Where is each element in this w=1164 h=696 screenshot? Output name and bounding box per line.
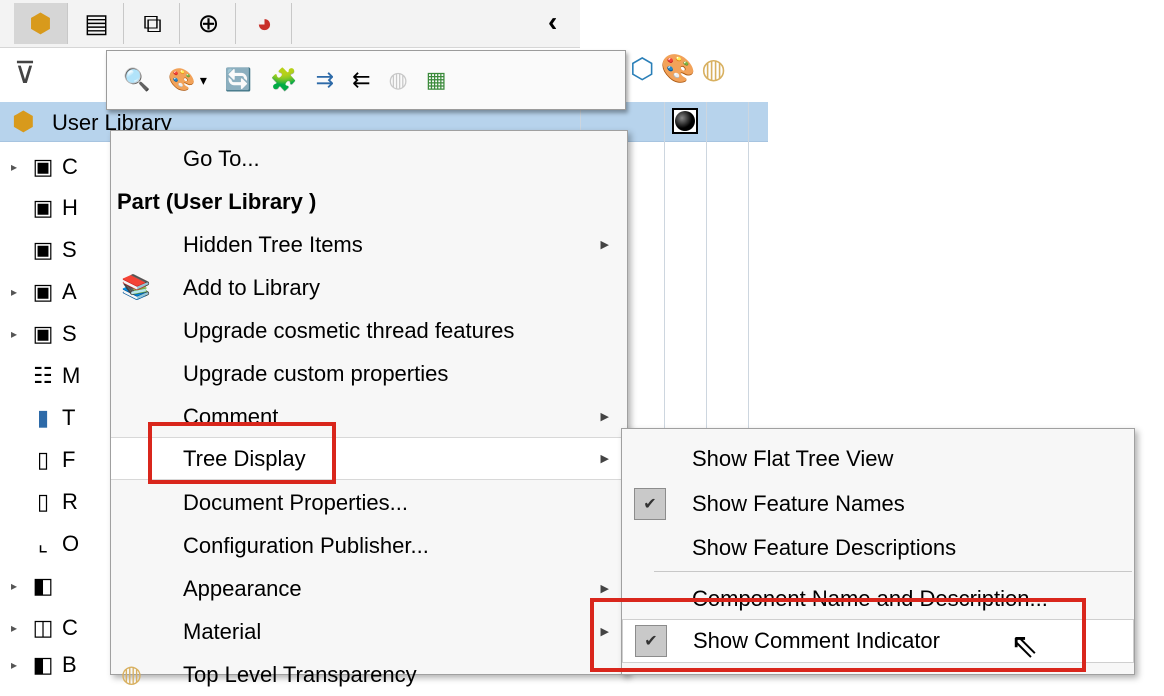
tree-item[interactable]: ▯ F: [0, 438, 76, 482]
menu-item-go-to[interactable]: Go To...: [111, 137, 627, 180]
display-pane-column-headers: ⬡ 🎨 ◍: [630, 52, 726, 85]
expand-arrow-icon[interactable]: ▸: [0, 285, 28, 299]
right-plane-icon: ▯: [36, 489, 50, 514]
menu-item-appearance[interactable]: Appearance ▶: [111, 567, 627, 610]
shaded-ball-icon: [675, 111, 695, 131]
sensors-folder-icon: ▣: [32, 237, 54, 262]
menu-item-material[interactable]: Material ▶: [111, 610, 627, 653]
expand-arrow-icon[interactable]: ▸: [0, 621, 28, 635]
menu-item-upgrade-custom-properties[interactable]: Upgrade custom properties: [111, 352, 627, 395]
tree-item[interactable]: ☷ M: [0, 354, 80, 398]
tree-item[interactable]: ▣ H: [0, 186, 78, 230]
tree-item[interactable]: ▸ ◧ B: [0, 643, 77, 687]
expand-arrow-icon[interactable]: ▸: [0, 658, 28, 672]
paste-appearance-icon[interactable]: 🧩: [270, 67, 297, 93]
display-mode-shaded-button[interactable]: [672, 108, 698, 134]
appearance-column-icon[interactable]: 🎨: [660, 52, 695, 85]
menu-header-part: Part (User Library ): [117, 188, 317, 214]
tree-item-label: C: [62, 615, 78, 640]
mouse-cursor-icon: ⇖: [1010, 627, 1039, 665]
annotations-folder-icon: ▣: [32, 279, 54, 304]
menu-separator: [654, 571, 1132, 572]
submenu-arrow-icon: ▶: [600, 239, 609, 251]
tree-item[interactable]: ▸ ▣ S: [0, 312, 77, 356]
tree-item-label: A: [62, 279, 77, 304]
folder-icon: ▣: [32, 154, 54, 179]
part-icon: ⬢: [12, 106, 35, 136]
tree-item-label: S: [62, 237, 77, 262]
origin-icon: ⌞: [37, 531, 49, 556]
tree-item-label: T: [62, 405, 76, 430]
tree-item[interactable]: ▯ R: [0, 480, 78, 524]
copy-appearance-icon[interactable]: 🔄: [225, 67, 252, 93]
menu-item-upgrade-cosmetic-threads[interactable]: Upgrade cosmetic thread features: [111, 309, 627, 352]
heads-up-toolbar: 🔍 🎨 ▾ 🔄 🧩 ⇉ ⇇ ◍ ▦: [106, 50, 626, 110]
transparency-column-icon[interactable]: ◍: [701, 52, 725, 85]
tree-item-label: H: [62, 195, 78, 220]
tree-item[interactable]: ▮ T: [0, 396, 76, 440]
expand-tree-icon[interactable]: ⇉: [316, 67, 334, 93]
zoom-icon[interactable]: 🔍: [123, 67, 150, 93]
menu-item-configuration-publisher[interactable]: Configuration Publisher...: [111, 524, 627, 567]
front-plane-icon: ▯: [36, 447, 50, 472]
menu-item-show-flat-tree-view[interactable]: Show Flat Tree View: [622, 437, 1134, 481]
tree-item-label: B: [62, 652, 77, 677]
tab-property-manager[interactable]: ▤: [70, 3, 124, 44]
filter-button[interactable]: ⊽: [14, 56, 36, 91]
feature-icon: ◧: [32, 573, 54, 598]
edit-appearance-icon[interactable]: 🎨: [168, 67, 195, 93]
tree-item[interactable]: ▸ ◧: [0, 564, 62, 608]
display-pane-icon[interactable]: ▦: [426, 67, 447, 93]
transparency-icon[interactable]: ◍: [389, 67, 408, 93]
solid-bodies-folder-icon: ▣: [32, 321, 54, 346]
submenu-arrow-icon: ▶: [600, 453, 609, 465]
context-menu: Go To... Part (User Library ) Hidden Tre…: [110, 130, 628, 688]
menu-item-show-feature-descriptions[interactable]: Show Feature Descriptions: [622, 526, 1134, 570]
tab-display-manager[interactable]: ◕: [238, 3, 292, 44]
expand-arrow-icon[interactable]: ▸: [0, 327, 28, 341]
material-icon: ☷: [33, 363, 53, 388]
tree-item-label: C: [62, 154, 78, 179]
collapse-panel-button[interactable]: ‹: [548, 6, 557, 38]
expand-arrow-icon[interactable]: ▸: [0, 160, 28, 174]
menu-item-document-properties[interactable]: Document Properties...: [111, 481, 627, 524]
configuration-manager-icon: ⧉: [143, 7, 162, 38]
feature-icon: ◧: [32, 652, 54, 677]
menu-item-hidden-tree-items[interactable]: Hidden Tree Items ▶: [111, 223, 627, 266]
highlight-box-tree-display: [148, 422, 336, 484]
tree-item-label: S: [62, 321, 77, 346]
top-plane-icon: ▮: [36, 405, 50, 430]
tree-item-label: M: [62, 363, 81, 388]
tree-item-label: O: [62, 531, 80, 556]
display-manager-icon: ◕: [256, 8, 273, 38]
tree-item[interactable]: ▸ ▣ A: [0, 270, 77, 314]
display-mode-icon[interactable]: ⬡: [630, 52, 654, 85]
menu-item-show-feature-names[interactable]: ✔ Show Feature Names: [622, 482, 1134, 526]
chevron-left-icon: ‹: [548, 6, 558, 37]
submenu-arrow-icon: ▶: [600, 411, 609, 423]
tree-item-label: F: [62, 447, 76, 472]
tab-configuration-manager[interactable]: ⧉: [126, 3, 180, 44]
collapse-tree-icon[interactable]: ⇇: [352, 67, 370, 93]
tree-item[interactable]: ⌞ O: [0, 522, 79, 566]
feature-icon: ◫: [32, 615, 54, 640]
dropdown-arrow-icon[interactable]: ▾: [200, 72, 207, 89]
dimxpert-icon: ⊕: [197, 8, 220, 38]
property-manager-icon: ▤: [84, 8, 109, 38]
expand-arrow-icon[interactable]: ▸: [0, 579, 28, 593]
add-to-library-icon: 📚: [121, 274, 151, 301]
submenu-arrow-icon: ▶: [600, 583, 609, 595]
feature-manager-icon: ⬢: [29, 8, 52, 38]
filter-icon: ⊽: [14, 57, 36, 90]
checkmark-icon: ✔: [634, 488, 666, 520]
tab-dimxpert[interactable]: ⊕: [182, 3, 236, 44]
tree-item[interactable]: ▸ ▣ C: [0, 145, 78, 189]
tree-item[interactable]: ▣ S: [0, 228, 77, 272]
tab-feature-manager[interactable]: ⬢: [14, 3, 68, 44]
tree-item-label: R: [62, 489, 78, 514]
history-folder-icon: ▣: [32, 195, 54, 220]
menu-item-add-to-library[interactable]: 📚 Add to Library: [111, 266, 627, 309]
